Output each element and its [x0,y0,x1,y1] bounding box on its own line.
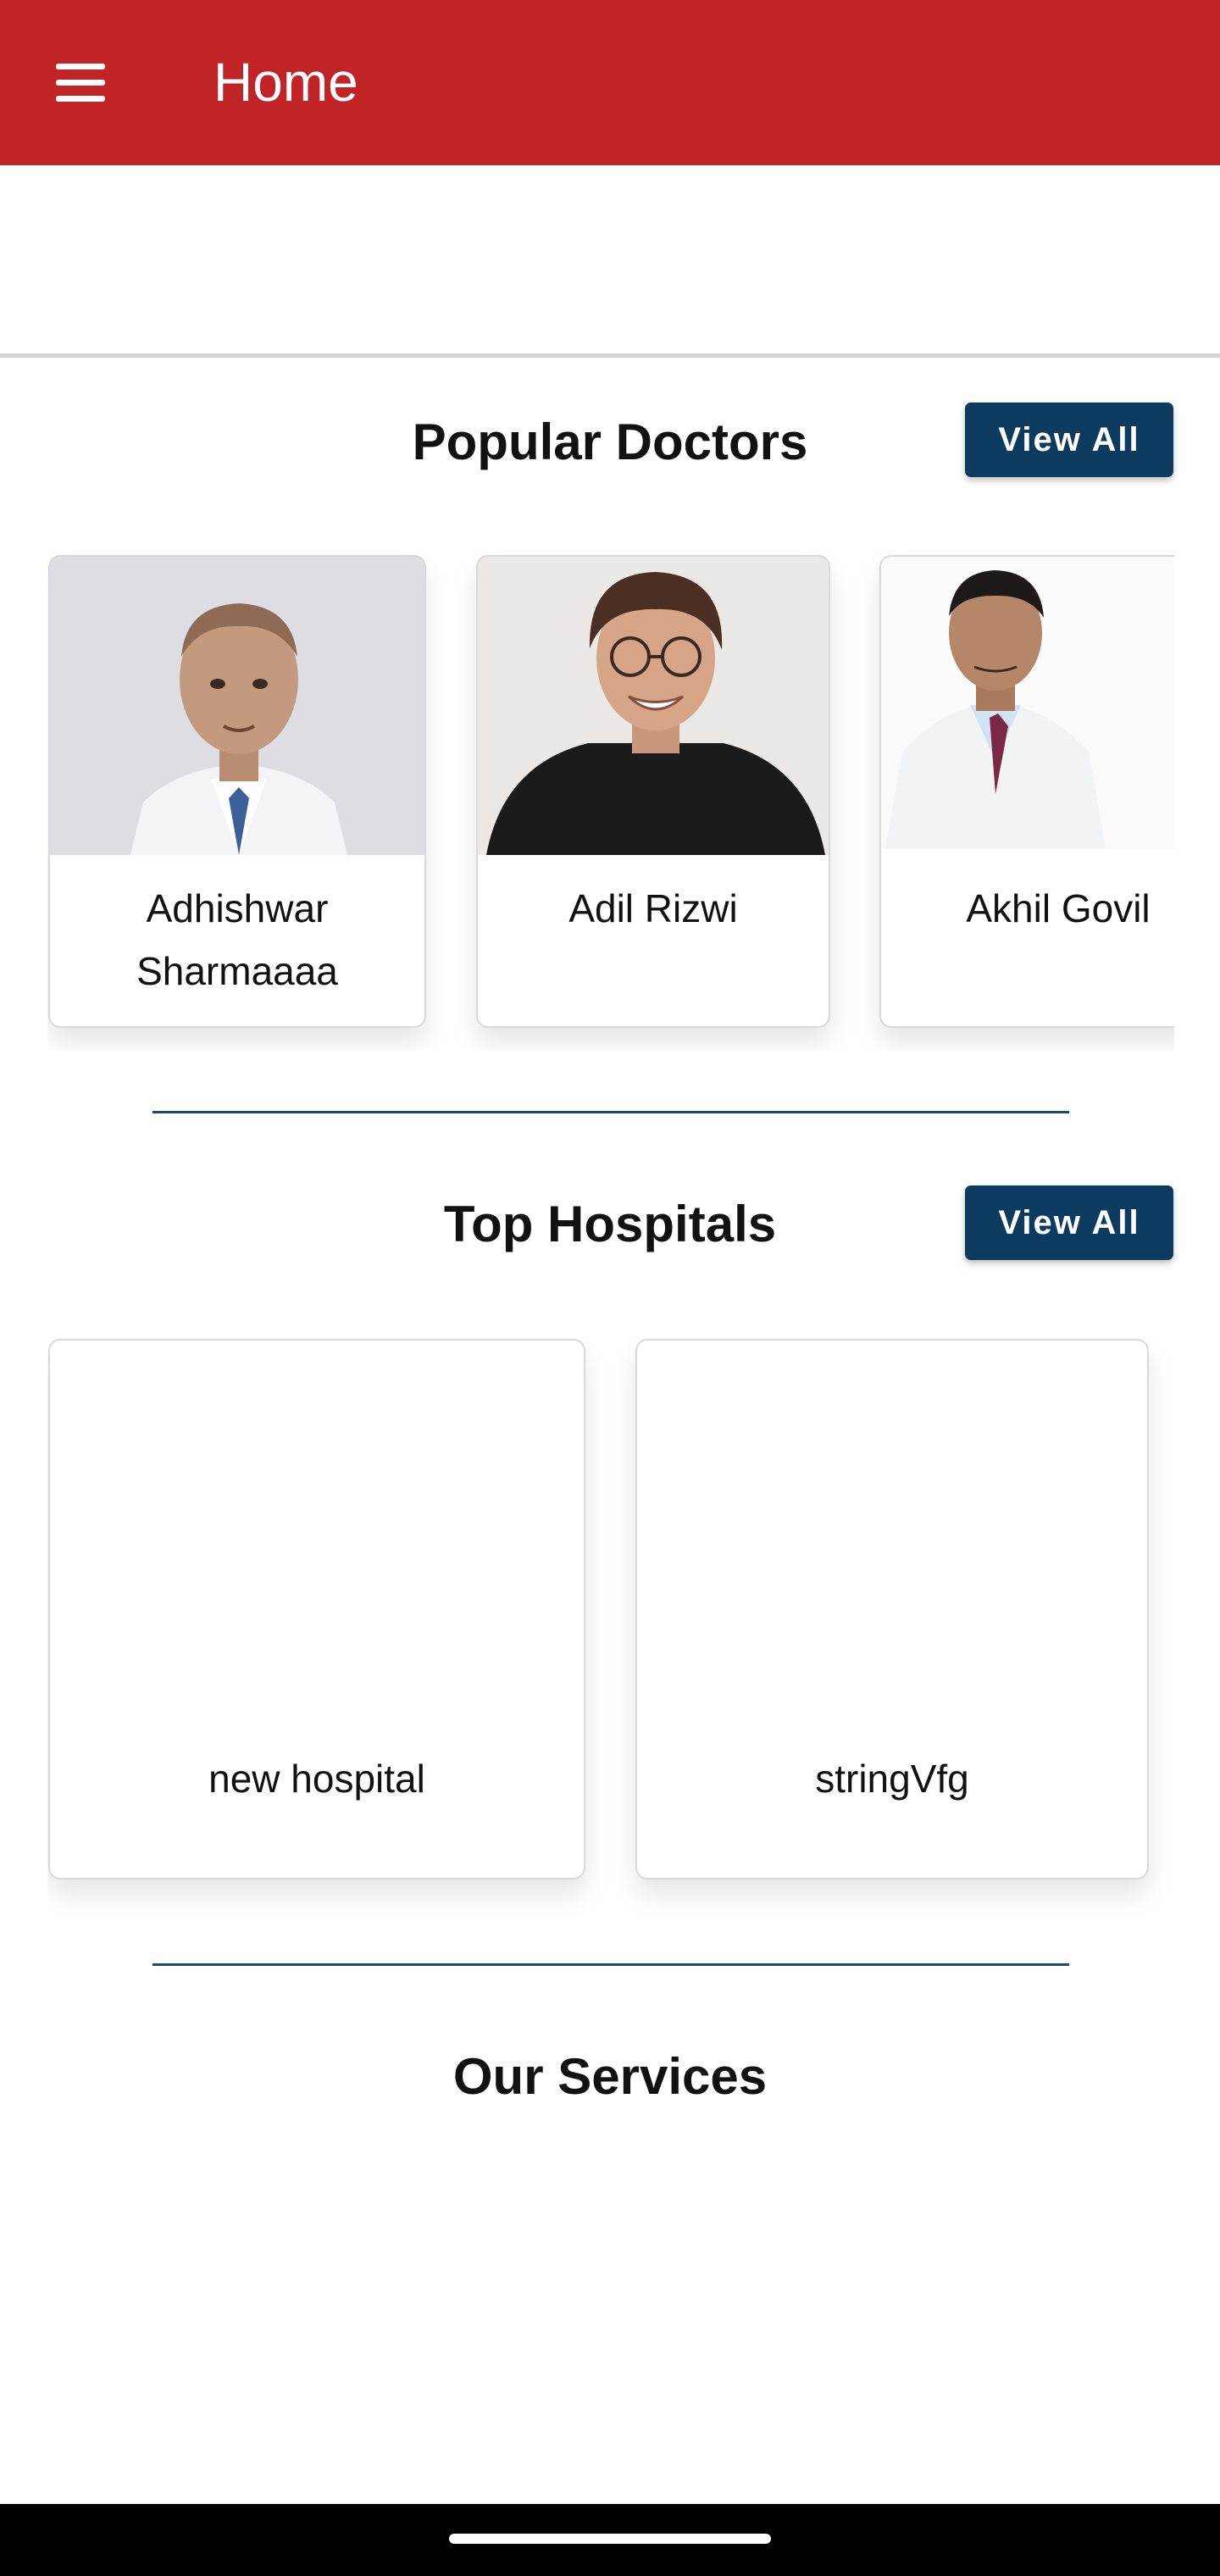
hospital-name: new hospital [208,1757,425,1801]
section-divider [152,1111,1069,1113]
doctor-portrait-image [478,557,829,855]
doctor-name: Adil Rizwi [568,886,738,930]
doctor-photo [881,557,1174,849]
doctor-card[interactable]: Adil Rizwi [476,555,830,1028]
doctors-carousel[interactable]: Adhishwar Sharmaaaa Adil Rizwi Akhil Gov… [47,551,1174,1051]
hamburger-menu-icon-bar [56,80,105,86]
doctor-card[interactable]: Adhishwar Sharmaaaa [48,555,426,1028]
doctor-card[interactable]: Akhil Govil [879,555,1174,1028]
app-bar: Home [0,0,1220,165]
doctor-portrait-image [50,557,424,855]
hospital-card[interactable]: stringVfg [635,1339,1149,1879]
doctor-photo [50,557,424,855]
hospitals-carousel[interactable]: new hospital stringVfg [47,1335,1174,1928]
hospitals-view-all-button[interactable]: View All [965,1185,1173,1260]
hospital-card[interactable]: new hospital [48,1339,585,1879]
doctors-view-all-button[interactable]: View All [965,402,1173,477]
hospital-name: stringVfg [815,1757,969,1801]
banner-area [0,165,1220,358]
menu-button[interactable] [47,53,119,114]
doctor-name: Adhishwar Sharmaaaa [136,886,338,993]
hamburger-menu-icon-bar [56,96,105,102]
doctor-portrait-image [881,557,1174,849]
page-title: Home [214,52,358,113]
home-indicator[interactable] [449,2534,771,2544]
section-divider [152,1963,1069,1966]
doctor-photo [478,557,829,855]
doctor-name: Akhil Govil [966,886,1151,930]
our-services-title: Our Services [452,2048,768,2105]
hamburger-menu-icon [56,64,105,69]
